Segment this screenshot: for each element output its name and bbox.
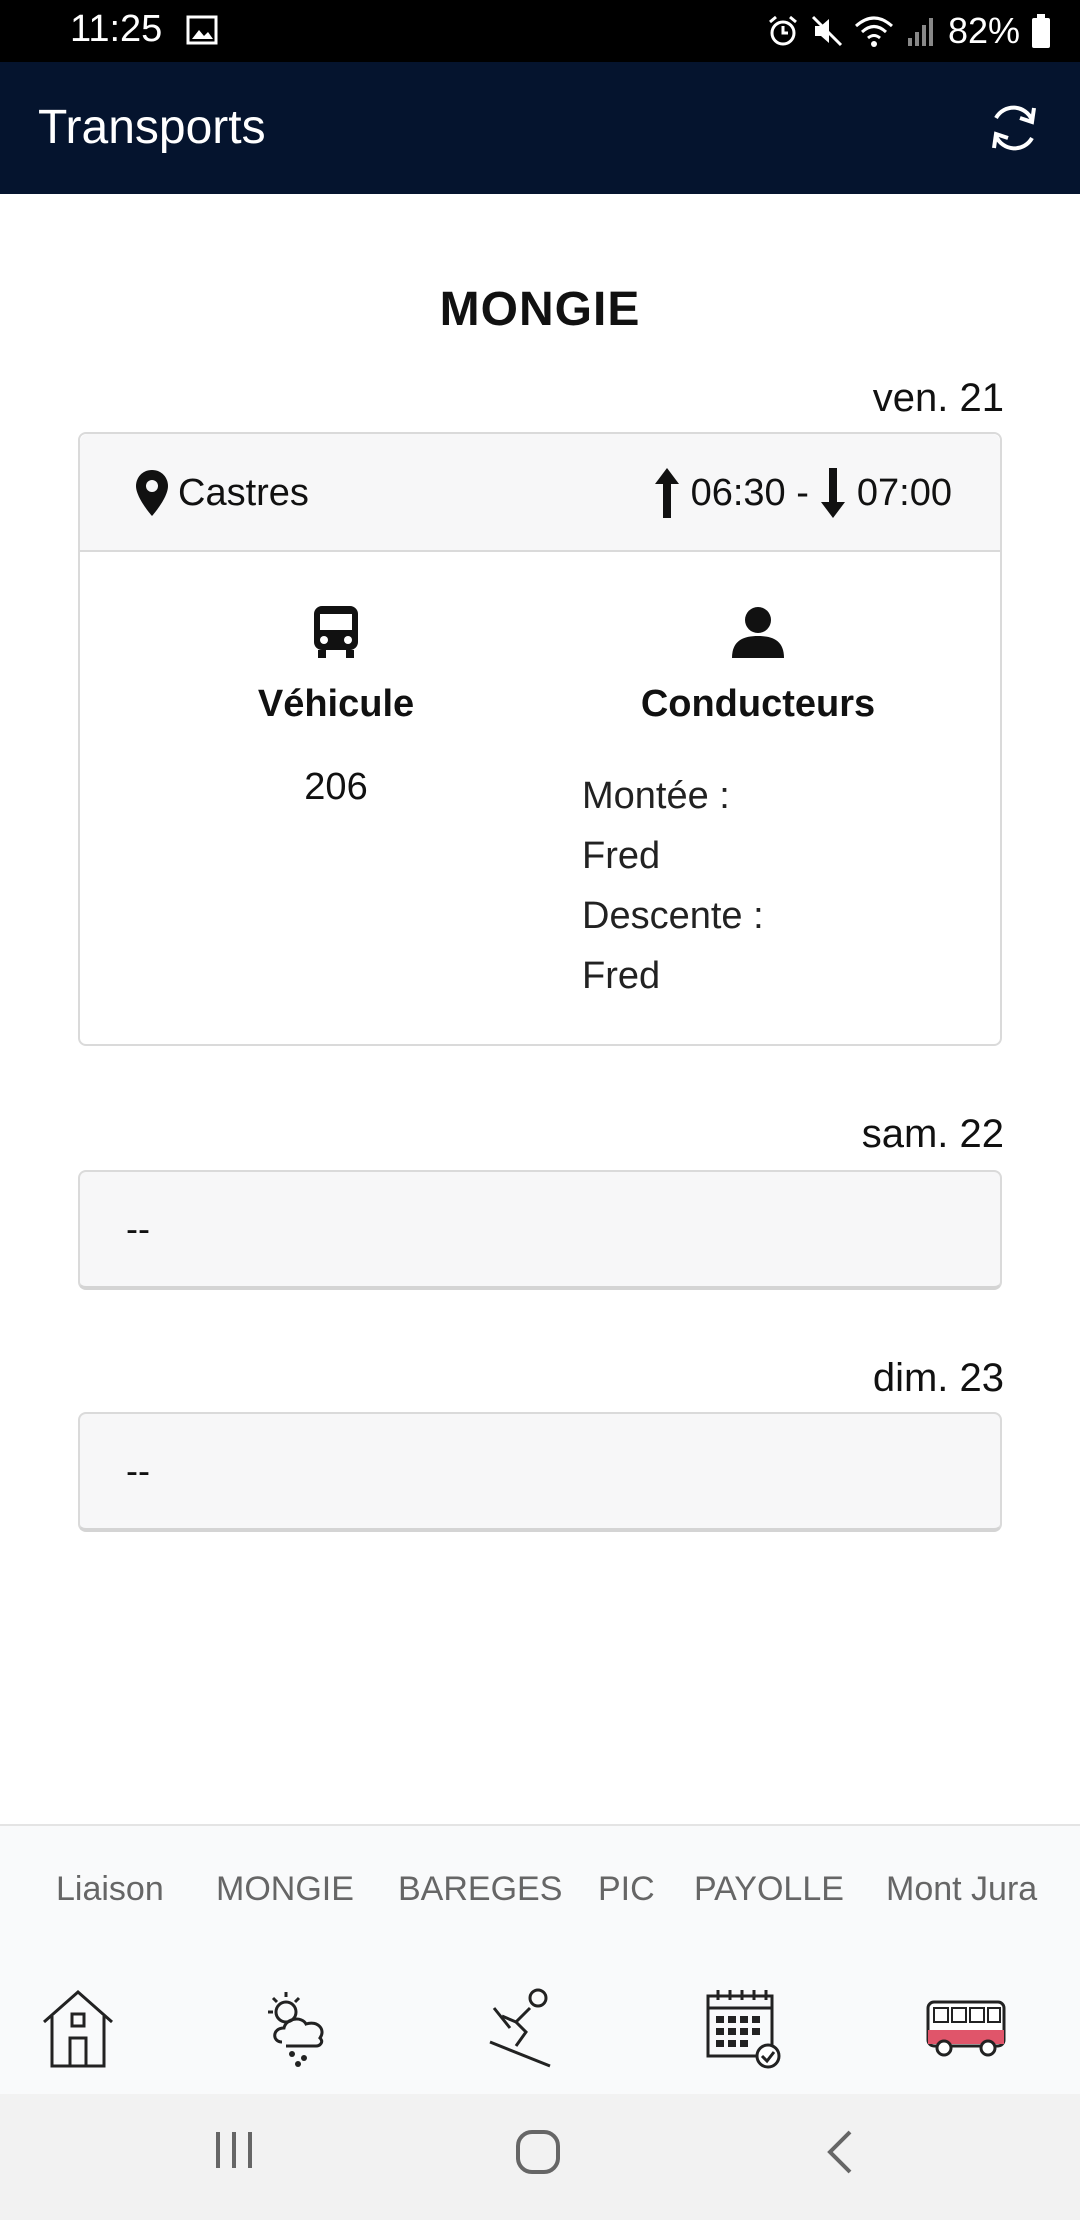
system-navigation-bar [0, 2094, 1080, 2220]
arrival-time: 07:00 [856, 471, 952, 514]
transport-card: Castres 06:30 - 07:00 Véhicule Conducteu… [78, 432, 1002, 1046]
bus-icon [314, 606, 358, 658]
tab-payolle[interactable]: PAYOLLE [694, 1870, 844, 1909]
empty-transport-card: -- [78, 1412, 1002, 1532]
signal-icon [907, 18, 933, 46]
tab-mont-jura[interactable]: Mont Jura [886, 1870, 1037, 1909]
alarm-icon [768, 15, 797, 46]
arrow-up-icon [654, 468, 679, 518]
empty-placeholder: -- [126, 1208, 150, 1249]
skier-icon[interactable] [486, 1986, 558, 2070]
driver-line: Fred [582, 835, 661, 877]
user-icon [732, 607, 784, 658]
refresh-icon[interactable] [984, 98, 1044, 158]
day-label: ven. 21 [872, 376, 1004, 420]
depart-time: 06:30 - [690, 471, 809, 514]
driver-line: Montée : [582, 775, 730, 817]
drivers-header: Conducteurs [640, 683, 876, 725]
image-notification-icon [186, 15, 218, 45]
app-title: Transports [38, 101, 266, 154]
calendar-icon[interactable] [704, 1986, 784, 2070]
battery-icon [1032, 14, 1050, 48]
arrow-down-icon [820, 468, 845, 518]
driver-line: Fred [582, 955, 661, 997]
home-button-icon[interactable] [514, 2128, 562, 2176]
home-icon[interactable] [38, 1986, 118, 2070]
tab-liaison[interactable]: Liaison [56, 1870, 164, 1909]
location-name: Castres [178, 471, 309, 514]
location-pin-icon [136, 470, 168, 516]
back-icon[interactable] [824, 2128, 856, 2176]
tab-bareges[interactable]: BAREGES [398, 1870, 562, 1909]
empty-transport-card: -- [78, 1170, 1002, 1290]
bus-icon[interactable] [924, 1986, 1008, 2070]
battery-percent: 82% [947, 10, 1020, 51]
card-header: Castres 06:30 - 07:00 [80, 434, 1000, 552]
tab-mongie[interactable]: MONGIE [216, 1870, 354, 1909]
card-body: Véhicule Conducteurs 206 Montée : Fred D… [80, 552, 1000, 1044]
tab-pic[interactable]: PIC [598, 1870, 655, 1909]
recent-apps-icon[interactable] [212, 2128, 256, 2172]
drivers-list: Montée : Fred Descente : Fred [582, 766, 764, 1006]
vehicle-number: 206 [304, 766, 368, 808]
status-time: 11:25 [70, 8, 163, 50]
bottom-navigation: Liaison MONGIE BAREGES PIC PAYOLLE Mont … [0, 1824, 1080, 2096]
status-bar: 11:25 82% [0, 0, 1080, 62]
page-title: MONGIE [439, 283, 641, 336]
day-label: dim. 23 [872, 1356, 1004, 1400]
vehicle-header: Véhicule [257, 683, 415, 725]
day-label: sam. 22 [861, 1112, 1004, 1156]
wifi-icon [854, 16, 893, 47]
driver-line: Descente : [582, 895, 764, 937]
app-bar: Transports [0, 62, 1080, 194]
empty-placeholder: -- [126, 1450, 150, 1491]
mute-icon [811, 15, 842, 47]
weather-icon[interactable] [258, 1986, 342, 2070]
